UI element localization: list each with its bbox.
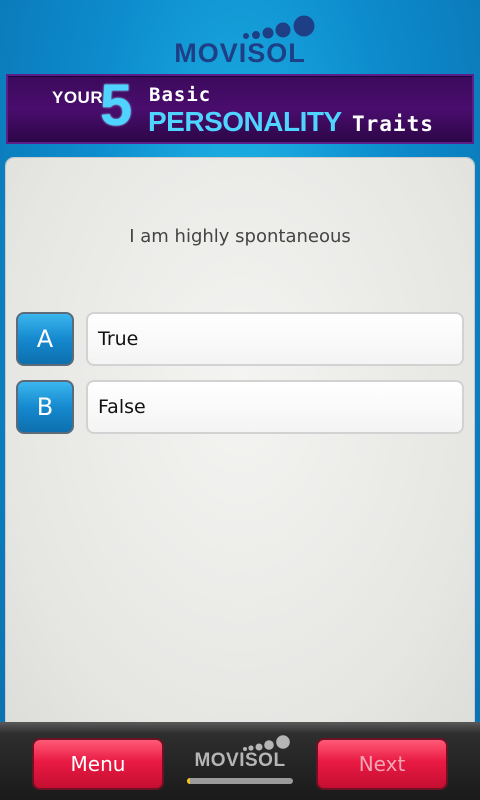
logo-wordmark: MOVISOL	[174, 38, 306, 68]
question-text: I am highly spontaneous	[129, 226, 351, 247]
movisol-logo: MOVISOL	[0, 10, 480, 70]
option-b-answer-button[interactable]: False	[86, 380, 464, 434]
question-progress-fill	[187, 778, 191, 784]
footer-logo-wordmark: MOVISOL	[194, 750, 286, 771]
question-card: I am highly spontaneous A True B False	[6, 158, 474, 738]
banner-number: 5	[100, 73, 133, 138]
option-a-letter-button[interactable]: A	[16, 312, 74, 366]
option-b[interactable]: B False	[16, 380, 464, 438]
app-screen: MOVISOL YOUR 5 Basic PERSONALITY Traits …	[0, 0, 480, 800]
banner-your: YOUR	[52, 88, 104, 107]
app-title-banner: YOUR 5 Basic PERSONALITY Traits	[6, 73, 474, 144]
option-a[interactable]: A True	[16, 312, 464, 370]
menu-button[interactable]: Menu	[32, 738, 164, 790]
footer-logo: MOVISOL	[182, 732, 298, 792]
option-a-answer-button[interactable]: True	[86, 312, 464, 366]
option-b-letter-button[interactable]: B	[16, 380, 74, 434]
banner-personality: PERSONALITY	[148, 106, 342, 137]
banner-traits: Traits	[352, 112, 434, 136]
question-progress-bar	[187, 778, 293, 784]
banner-basic: Basic	[149, 84, 212, 106]
next-button[interactable]: Next	[316, 738, 448, 790]
bottom-toolbar: Menu MOVISOL Next	[0, 722, 480, 800]
